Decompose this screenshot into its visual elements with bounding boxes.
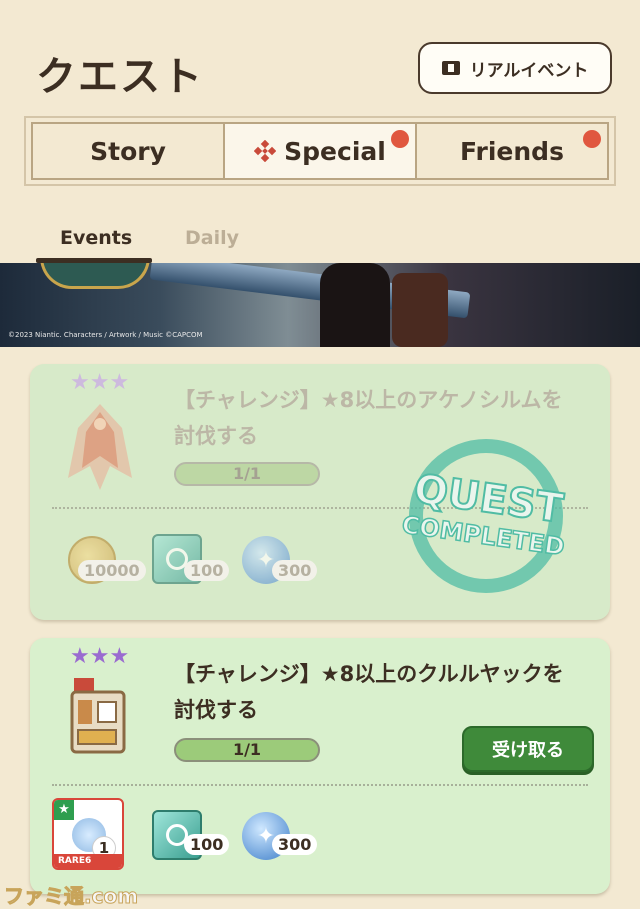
quest-title: 【チャレンジ】★8以上のクルルヤックを討伐する <box>174 662 564 722</box>
star-icon: ★ <box>70 644 90 669</box>
watermark-logo: ファミ通.com <box>3 884 139 909</box>
banner-emblem-icon <box>40 263 150 289</box>
star-icon: ★ <box>70 370 90 395</box>
category-tabs: Story Special Friends <box>31 122 609 180</box>
real-event-label: リアルイベント <box>469 60 589 81</box>
tab-friends[interactable]: Friends <box>415 124 607 178</box>
star-icon: ★ <box>109 370 130 395</box>
event-banner[interactable]: ©2023 Niantic. Characters / Artwork / Mu… <box>0 263 640 347</box>
notification-badge <box>391 130 409 148</box>
quest-progress-bar: 1/1 <box>174 462 320 486</box>
tab-story-label: Story <box>90 136 166 166</box>
star-icon: ★ <box>89 370 110 395</box>
star-icon: ★ <box>54 800 74 820</box>
star-icon: ★ <box>89 644 110 669</box>
quest-completed-stamp: QUEST COMPLETED <box>399 439 567 593</box>
star-rating: ★ ★ ★ <box>70 646 129 668</box>
tab-special-label: Special <box>284 136 386 166</box>
reward-rare-material: ★ 1 RARE6 <box>52 798 124 870</box>
tab-friends-label: Friends <box>460 136 564 166</box>
quest-card[interactable]: ★ ★ ★ 【チャレンジ】★8以上のアケノシルムを討伐する 1/1 10000 10… <box>30 364 610 620</box>
reward-orb: 300 <box>242 536 318 584</box>
reward-count: 100 <box>184 560 230 581</box>
special-diamond-icon <box>254 140 277 162</box>
star-rating: ★ ★ ★ <box>70 372 129 394</box>
star-icon: ★ <box>109 644 130 669</box>
notification-badge <box>583 130 601 148</box>
page-title: クエスト <box>36 54 204 100</box>
reward-gem: 100 <box>152 810 230 860</box>
rarity-label: RARE6 <box>54 854 122 868</box>
tab-story[interactable]: Story <box>33 124 223 178</box>
divider <box>52 784 588 786</box>
reward-count: 300 <box>272 834 318 855</box>
quest-progress-bar: 1/1 <box>174 738 320 762</box>
monster-kulu-ya-ku-icon <box>70 678 126 754</box>
ticket-icon <box>441 61 460 75</box>
real-event-button[interactable]: リアルイベント <box>418 42 612 94</box>
tab-special[interactable]: Special <box>223 124 415 178</box>
reward-orb: 300 <box>242 812 318 860</box>
quest-card[interactable]: ★ ★ ★ 【チャレンジ】★8以上のクルルヤックを討伐する 1/1 受け取る ★ 1… <box>30 638 610 894</box>
reward-count: 10000 <box>78 560 146 581</box>
subtab-events[interactable]: Events <box>60 227 132 249</box>
monster-akenosilm-icon <box>68 404 132 490</box>
subtab-daily[interactable]: Daily <box>185 227 239 249</box>
banner-hunter-2 <box>392 273 448 347</box>
reward-gem: 100 <box>152 534 230 584</box>
receive-reward-button[interactable]: 受け取る <box>462 726 594 772</box>
banner-copyright: ©2023 Niantic. Characters / Artwork / Mu… <box>8 331 203 339</box>
reward-count: 100 <box>184 834 230 855</box>
reward-count: 300 <box>272 560 318 581</box>
banner-hunter <box>320 263 390 347</box>
reward-zenny: 10000 <box>68 536 146 584</box>
